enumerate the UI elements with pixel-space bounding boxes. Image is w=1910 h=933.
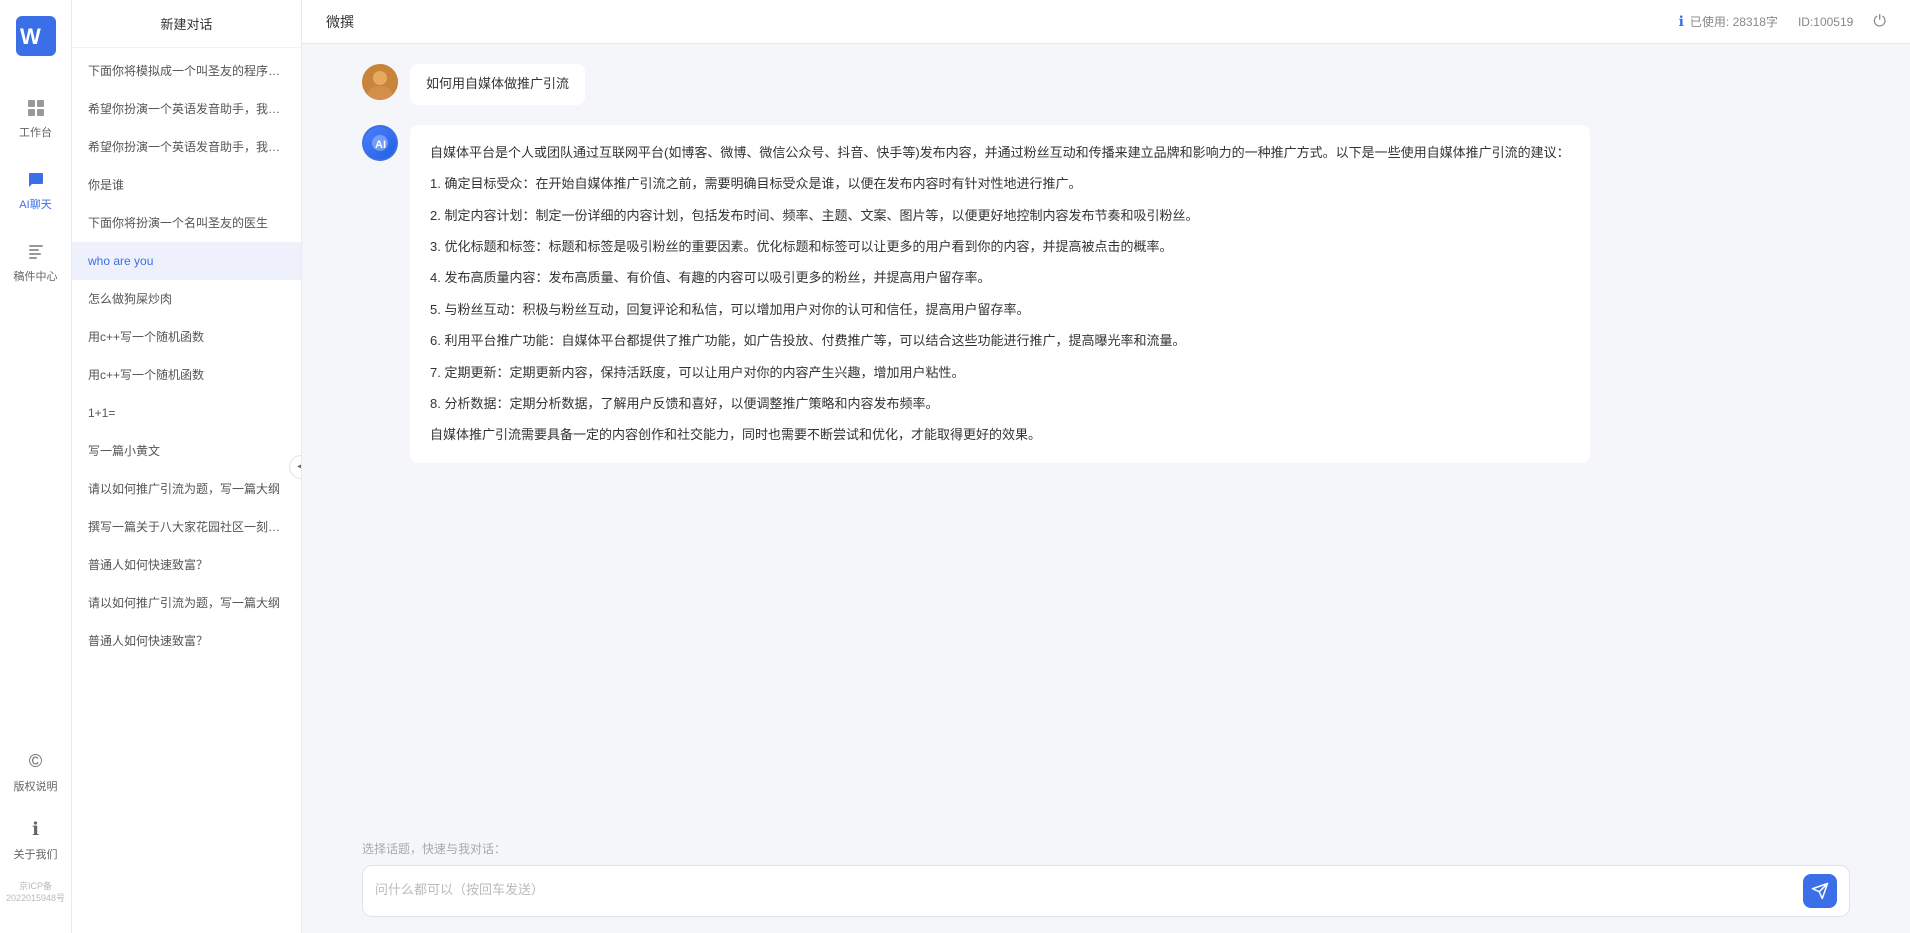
ai-message: AI 自媒体平台是个人或团队通过互联网平台(如博客、微博、微信公众号、抖音、快手…: [362, 125, 1850, 463]
send-icon: [1811, 882, 1829, 900]
input-area: 选择话题，快速与我对话：: [302, 828, 1910, 933]
ai-para-5: 5. 与粉丝互动：积极与粉丝互动，回复评论和私信，可以增加用户对你的认可和信任，…: [430, 298, 1570, 321]
input-box-wrapper: [362, 865, 1850, 917]
ai-para-1: 1. 确定目标受众：在开始自媒体推广引流之前，需要明确目标受众是谁，以便在发布内…: [430, 172, 1570, 195]
top-header: 微撰 ℹ 已使用: 28318字 ID:100519 ⏻: [302, 0, 1910, 44]
new-chat-button[interactable]: 新建对话: [72, 0, 301, 48]
send-button[interactable]: [1803, 874, 1837, 908]
header-right: ℹ 已使用: 28318字 ID:100519 ⏻: [1679, 13, 1886, 31]
ai-para-0: 自媒体平台是个人或团队通过互联网平台(如博客、微博、微信公众号、抖音、快手等)发…: [430, 141, 1570, 164]
chat-messages: 如何用自媒体做推广引流 AI 自媒体平台是个人或团队通过互联网平台(如博客、微博…: [302, 44, 1910, 828]
sidebar-item-components[interactable]: 稿件中心: [6, 230, 65, 294]
ai-avatar-inner: AI: [364, 127, 396, 159]
ai-para-8: 8. 分析数据：定期分析数据，了解用户反馈和喜好，以便调整推广策略和内容发布频率…: [430, 392, 1570, 415]
brand-sidebar: W 工作台 AI聊天: [0, 0, 72, 933]
ai-para-9: 自媒体推广引流需要具备一定的内容创作和社交能力，同时也需要不断尝试和优化，才能取…: [430, 423, 1570, 446]
ai-para-4: 4. 发布高质量内容：发布高质量、有价值、有趣的内容可以吸引更多的粉丝，并提高用…: [430, 266, 1570, 289]
sidebar-item-about-label: 关于我们: [14, 846, 58, 862]
ai-para-6: 6. 利用平台推广功能：自媒体平台都提供了推广功能，如广告投放、付费推广等，可以…: [430, 329, 1570, 352]
ai-para-7: 7. 定期更新：定期更新内容，保持活跃度，可以让用户对你的内容产生兴趣，增加用户…: [430, 361, 1570, 384]
history-item[interactable]: 希望你扮演一个英语发音助手，我提供给你...: [72, 128, 301, 166]
about-icon: ℹ: [24, 818, 48, 842]
usage-icon: ℹ: [1679, 13, 1684, 30]
sidebar-item-about[interactable]: ℹ 关于我们: [6, 808, 65, 872]
history-item[interactable]: 请以如何推广引流为题，写一篇大纲: [72, 470, 301, 508]
history-item[interactable]: 撰写一篇关于八大家花园社区一刻钟便民生...: [72, 508, 301, 546]
history-item[interactable]: 用c++写一个随机函数: [72, 356, 301, 394]
history-item[interactable]: 请以如何推广引流为题，写一篇大纲: [72, 584, 301, 622]
history-item[interactable]: 写一篇小黄文: [72, 432, 301, 470]
user-message: 如何用自媒体做推广引流: [362, 64, 1850, 105]
main-wrapper: 新建对话 下面你将模拟成一个叫圣友的程序员、我说... 希望你扮演一个英语发音助…: [72, 0, 1910, 933]
history-item[interactable]: 怎么做狗屎炒肉: [72, 280, 301, 318]
sidebar-item-copyright-label: 版权说明: [14, 778, 58, 794]
nav-items: 工作台 AI聊天 稿件中心: [0, 86, 71, 740]
usage-label: 已使用: 28318字: [1690, 13, 1778, 30]
ai-message-content: 自媒体平台是个人或团队通过互联网平台(如博客、微博、微信公众号、抖音、快手等)发…: [410, 125, 1590, 463]
components-icon: [24, 240, 48, 264]
svg-text:W: W: [20, 24, 41, 49]
ai-chat-icon: [24, 168, 48, 192]
usage-info: ℹ 已使用: 28318字: [1679, 13, 1778, 30]
user-id: ID:100519: [1798, 15, 1853, 29]
sidebar-item-components-label: 稿件中心: [14, 268, 58, 284]
sidebar-item-workbench-label: 工作台: [19, 124, 52, 140]
sidebar-item-ai-chat[interactable]: AI聊天: [6, 158, 65, 222]
user-avatar: [362, 64, 398, 100]
history-item[interactable]: 下面你将模拟成一个叫圣友的程序员、我说...: [72, 52, 301, 90]
app-title: 微撰: [326, 12, 354, 32]
history-item[interactable]: 普通人如何快速致富？: [72, 622, 301, 660]
history-list: 下面你将模拟成一个叫圣友的程序员、我说... 希望你扮演一个英语发音助手，我提供…: [72, 48, 301, 933]
history-item[interactable]: 用c++写一个随机函数: [72, 318, 301, 356]
history-item-selected[interactable]: who are you: [72, 242, 301, 280]
brand-logo: W: [16, 16, 56, 56]
sidebar-item-ai-chat-label: AI聊天: [19, 196, 51, 212]
chat-area: 微撰 ℹ 已使用: 28318字 ID:100519 ⏻: [302, 0, 1910, 933]
history-item[interactable]: 希望你扮演一个英语发音助手，我提供给你...: [72, 90, 301, 128]
sidebar-item-workbench[interactable]: 工作台: [6, 86, 65, 150]
history-sidebar: 新建对话 下面你将模拟成一个叫圣友的程序员、我说... 希望你扮演一个英语发音助…: [72, 0, 302, 933]
user-message-text: 如何用自媒体做推广引流: [410, 64, 585, 105]
ai-para-3: 3. 优化标题和标签：标题和标签是吸引粉丝的重要因素。优化标题和标签可以让更多的…: [430, 235, 1570, 258]
history-item[interactable]: 普通人如何快速致富？: [72, 546, 301, 584]
icp-text: 京ICP备2022015948号: [0, 876, 71, 909]
svg-text:AI: AI: [375, 139, 386, 151]
history-item[interactable]: 1+1=: [72, 394, 301, 432]
copyright-icon: ©: [24, 750, 48, 774]
ai-para-2: 2. 制定内容计划：制定一份详细的内容计划，包括发布时间、频率、主题、文案、图片…: [430, 204, 1570, 227]
history-item[interactable]: 下面你将扮演一个名叫圣友的医生: [72, 204, 301, 242]
nav-bottom: © 版权说明 ℹ 关于我们 京ICP备2022015948号: [0, 740, 71, 909]
quick-topics-label: 选择话题，快速与我对话：: [362, 840, 1850, 857]
sidebar-item-copyright[interactable]: © 版权说明: [6, 740, 65, 804]
ai-avatar: AI: [362, 125, 398, 161]
history-item[interactable]: 你是谁: [72, 166, 301, 204]
workbench-icon: [24, 96, 48, 120]
logout-button[interactable]: ⏻: [1873, 13, 1886, 31]
chat-input[interactable]: [375, 880, 1793, 908]
